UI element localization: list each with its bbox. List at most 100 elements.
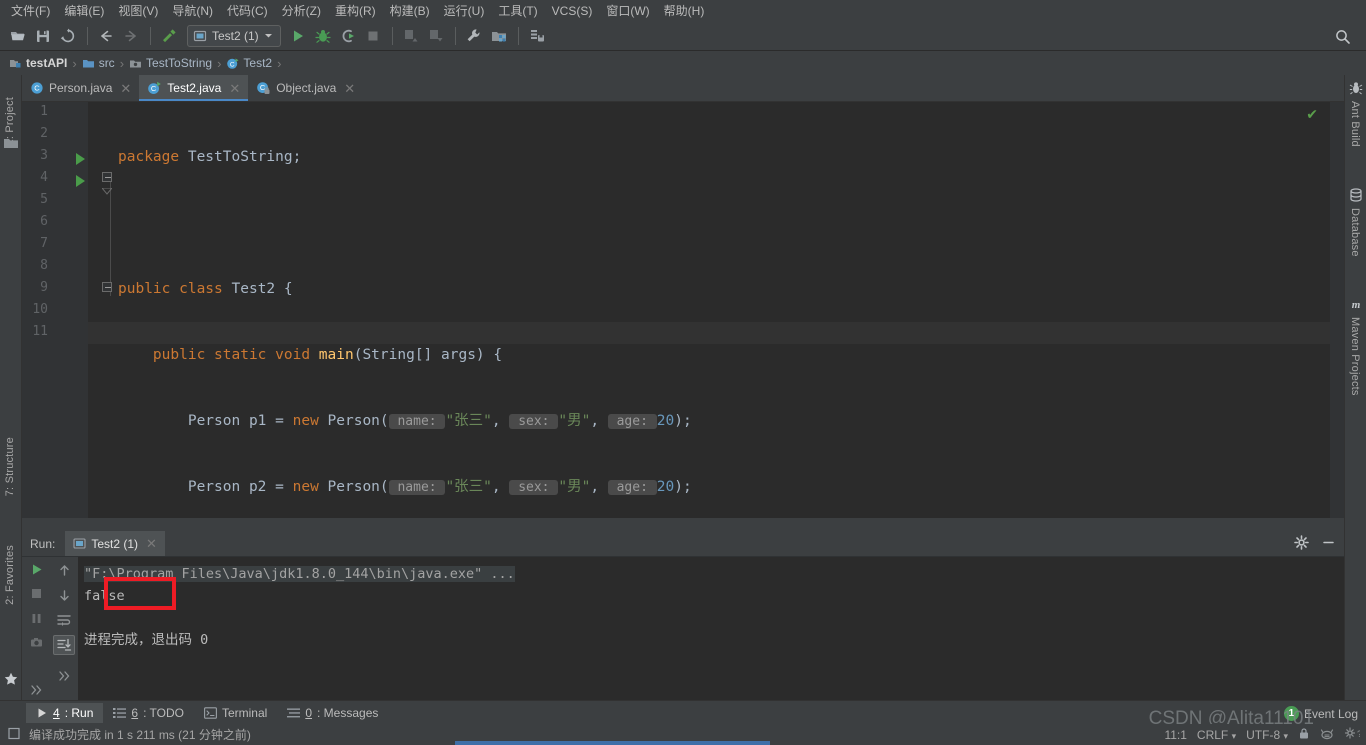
module-icon bbox=[10, 59, 21, 67]
project-folder-icon bbox=[4, 137, 18, 155]
tool-window-todo[interactable]: 6 : TODO bbox=[103, 703, 194, 723]
bottom-tool-bar: 4: Run 6 : TODO Terminal 0: Messages bbox=[0, 700, 1366, 724]
editor-tab-test2[interactable]: C Test2.java ✕ bbox=[139, 75, 249, 101]
run-panel-tab-label: Test2 (1) bbox=[91, 536, 139, 551]
breadcrumb-item-module[interactable]: testAPI bbox=[6, 56, 70, 70]
tool-window-structure[interactable]: 7: Structure bbox=[4, 437, 16, 496]
code-line-1: package TestToString; bbox=[118, 149, 302, 165]
code-line-6: Person p2 = new Person( name: "张三", sex:… bbox=[118, 479, 692, 495]
help-gear-icon[interactable]: ? bbox=[1344, 726, 1362, 743]
sdk-manager-icon[interactable] bbox=[525, 24, 549, 48]
console-output[interactable]: "F:\Program Files\Java\jdk1.8.0_144\bin\… bbox=[78, 557, 1344, 700]
editor-error-stripe[interactable] bbox=[1330, 102, 1344, 518]
tool-window-terminal[interactable]: Terminal bbox=[194, 703, 277, 723]
minimize-icon[interactable] bbox=[1321, 535, 1336, 553]
run-configuration-selector[interactable]: Test2 (1) bbox=[187, 24, 281, 47]
run-panel-tab[interactable]: Test2 (1) ✕ bbox=[65, 531, 165, 556]
update-project-icon[interactable] bbox=[399, 24, 423, 48]
java-library-class-icon: C bbox=[257, 81, 270, 94]
breadcrumb-item-package[interactable]: TestToString bbox=[126, 56, 215, 70]
tool-window-maven-projects[interactable]: Maven Projects bbox=[1349, 317, 1361, 396]
hector-icon[interactable] bbox=[1320, 727, 1334, 743]
run-config-label: Test2 (1) bbox=[212, 28, 259, 43]
caret-position[interactable]: 11:1 bbox=[1164, 728, 1186, 742]
tool-window-database[interactable]: Database bbox=[1349, 208, 1361, 257]
tool-window-todo-label: : TODO bbox=[143, 705, 184, 720]
run-panel-header: Run: Test2 (1) ✕ bbox=[22, 531, 1344, 557]
breadcrumb-item-class[interactable]: C Test2 bbox=[223, 56, 275, 70]
close-icon[interactable]: ✕ bbox=[229, 82, 240, 95]
build-hammer-icon[interactable] bbox=[157, 24, 181, 48]
event-log-indicator[interactable]: 1 Event Log bbox=[1283, 706, 1358, 721]
down-arrow-icon[interactable] bbox=[53, 585, 75, 605]
code-fold-toggle-method[interactable] bbox=[102, 172, 112, 182]
menu-edit[interactable]: 编辑(E) bbox=[57, 1, 111, 21]
encoding-selector[interactable]: UTF-8 ▾ bbox=[1246, 728, 1288, 742]
folder-icon bbox=[82, 59, 94, 67]
stop-icon[interactable] bbox=[25, 584, 47, 603]
tool-window-messages[interactable]: 0: Messages bbox=[277, 703, 388, 723]
pause-icon[interactable] bbox=[25, 608, 47, 627]
tool-window-favorites[interactable]: 2: Favorites bbox=[4, 545, 16, 605]
code-editor[interactable]: 1 2 3 4 5 6 7 8 9 10 11 package TestToSt… bbox=[22, 102, 1344, 518]
scroll-to-end-icon[interactable] bbox=[53, 635, 75, 655]
rerun-icon[interactable] bbox=[25, 560, 47, 579]
open-folder-icon[interactable] bbox=[6, 24, 30, 48]
menu-analyze[interactable]: 分析(Z) bbox=[275, 1, 328, 21]
settings-wrench-icon[interactable] bbox=[462, 24, 486, 48]
tool-window-run-label: : Run bbox=[64, 705, 94, 720]
progress-indicator bbox=[455, 741, 770, 745]
menu-tools[interactable]: 工具(T) bbox=[491, 1, 544, 21]
menu-navigate[interactable]: 导航(N) bbox=[165, 1, 220, 21]
editor-gutter[interactable]: 1 2 3 4 5 6 7 8 9 10 11 bbox=[22, 102, 88, 518]
sync-icon[interactable] bbox=[56, 24, 80, 48]
back-icon[interactable] bbox=[94, 24, 118, 48]
save-all-icon[interactable] bbox=[31, 24, 55, 48]
gear-icon[interactable] bbox=[1294, 535, 1309, 553]
search-everywhere-icon[interactable] bbox=[1331, 25, 1355, 49]
code-fold-toggle-end[interactable] bbox=[102, 282, 112, 292]
menu-file[interactable]: 文件(F) bbox=[4, 1, 57, 21]
line-separator-selector[interactable]: CRLF ▾ bbox=[1197, 728, 1236, 742]
expand-right-icon[interactable] bbox=[53, 666, 75, 686]
expand-left-icon[interactable] bbox=[25, 681, 47, 700]
run-with-coverage-button[interactable] bbox=[336, 24, 360, 48]
print-icon[interactable] bbox=[25, 633, 47, 652]
soft-wrap-icon[interactable] bbox=[53, 610, 75, 630]
line-number: 3 bbox=[40, 148, 48, 163]
line-number: 11 bbox=[32, 324, 48, 339]
breadcrumb-item-src[interactable]: src bbox=[79, 56, 118, 70]
close-icon[interactable]: ✕ bbox=[120, 82, 131, 95]
right-tool-strip: Ant Build Database m Maven Projects bbox=[1344, 75, 1366, 700]
menu-vcs[interactable]: VCS(S) bbox=[545, 1, 600, 21]
tool-window-todo-number: 6 bbox=[131, 705, 139, 720]
menu-run[interactable]: 运行(U) bbox=[437, 1, 492, 21]
line-number: 2 bbox=[40, 126, 48, 141]
tool-window-run[interactable]: 4: Run bbox=[26, 702, 104, 723]
todo-icon bbox=[113, 707, 127, 718]
close-icon[interactable]: ✕ bbox=[146, 537, 157, 550]
tool-window-ant-build[interactable]: Ant Build bbox=[1349, 101, 1361, 147]
menu-view[interactable]: 视图(V) bbox=[111, 1, 165, 21]
menu-build[interactable]: 构建(B) bbox=[383, 1, 437, 21]
commit-icon[interactable] bbox=[424, 24, 448, 48]
memory-indicator-icon[interactable] bbox=[8, 727, 21, 743]
lock-icon[interactable] bbox=[1298, 727, 1310, 743]
gutter-run-marker-main[interactable] bbox=[76, 175, 85, 187]
terminal-icon bbox=[204, 706, 217, 719]
up-arrow-icon[interactable] bbox=[53, 560, 75, 580]
editor-tab-object[interactable]: C Object.java ✕ bbox=[248, 75, 363, 101]
inspection-status-icon[interactable]: ✔ bbox=[1306, 106, 1318, 123]
close-icon[interactable]: ✕ bbox=[344, 82, 355, 95]
menu-help[interactable]: 帮助(H) bbox=[657, 1, 712, 21]
stop-button[interactable] bbox=[361, 24, 385, 48]
menu-window[interactable]: 窗口(W) bbox=[599, 1, 656, 21]
menu-refactor[interactable]: 重构(R) bbox=[328, 1, 383, 21]
project-structure-icon[interactable] bbox=[487, 24, 511, 48]
gutter-run-marker-class[interactable] bbox=[76, 153, 85, 165]
editor-tab-person[interactable]: C Person.java ✕ bbox=[22, 75, 139, 101]
debug-button[interactable] bbox=[311, 24, 335, 48]
run-button[interactable] bbox=[286, 24, 310, 48]
forward-icon[interactable] bbox=[119, 24, 143, 48]
menu-code[interactable]: 代码(C) bbox=[220, 1, 275, 21]
